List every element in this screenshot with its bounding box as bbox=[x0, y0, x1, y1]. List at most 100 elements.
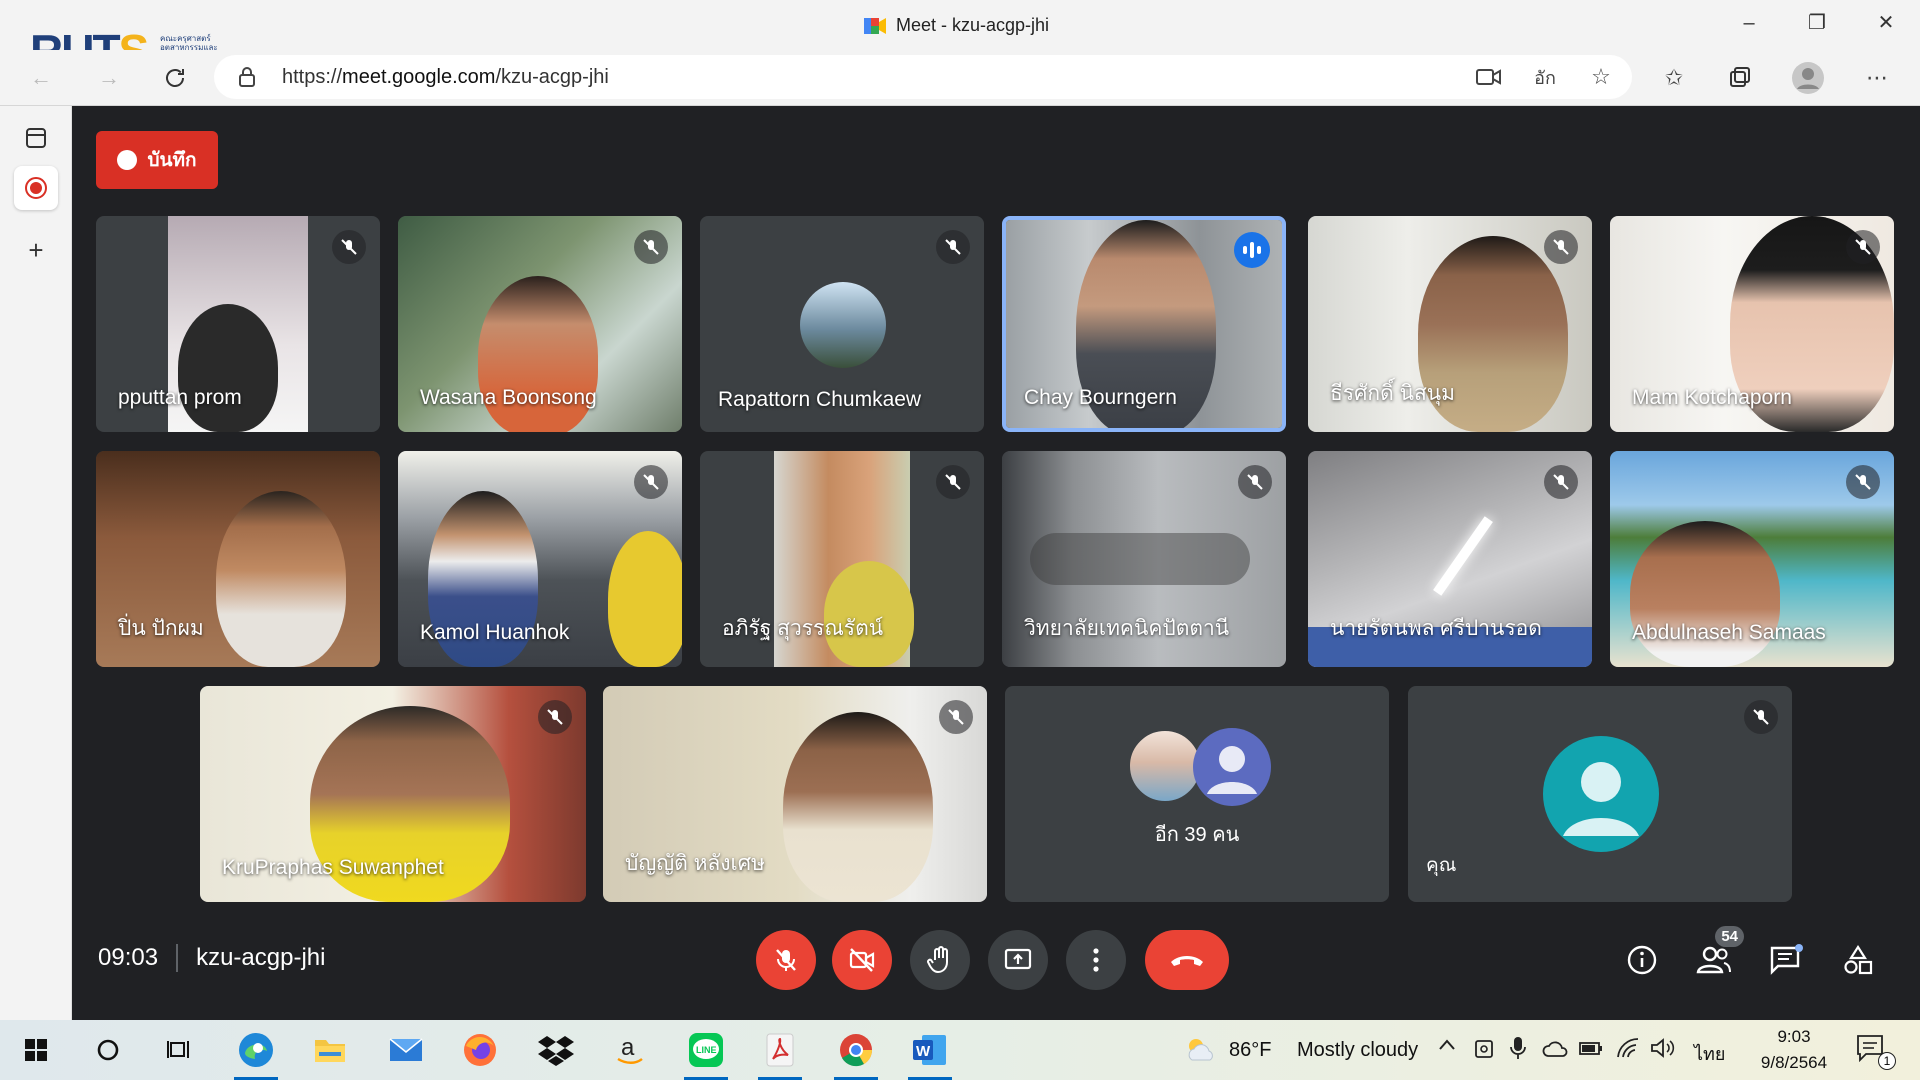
add-favorite-icon[interactable]: ☆ bbox=[1584, 60, 1618, 94]
address-bar[interactable]: https://meet.google.com/kzu-acgp-jhi อัก… bbox=[214, 55, 1632, 99]
participant-tile[interactable]: Wasana Boonsong bbox=[398, 216, 682, 432]
meeting-details-button[interactable] bbox=[1622, 940, 1662, 980]
self-tile[interactable]: คุณ bbox=[1408, 686, 1792, 902]
taskbar-mail[interactable] bbox=[378, 1026, 434, 1074]
windows-start-button[interactable] bbox=[8, 1026, 64, 1074]
collections-icon[interactable] bbox=[1723, 61, 1757, 95]
taskbar-edge[interactable] bbox=[228, 1026, 284, 1080]
forward-arrow-icon[interactable]: → bbox=[92, 61, 126, 95]
battery-icon[interactable] bbox=[1578, 1039, 1604, 1062]
muted-mic-icon bbox=[1238, 465, 1272, 499]
participant-tile[interactable]: Mam Kotchaporn bbox=[1610, 216, 1894, 432]
meeting-time: 09:03 bbox=[98, 944, 159, 971]
microphone-toggle-button[interactable] bbox=[756, 930, 816, 990]
taskbar-chrome[interactable] bbox=[828, 1026, 884, 1080]
participant-tile[interactable]: ปิ่น ปักผม bbox=[96, 451, 380, 667]
meet-now-icon[interactable] bbox=[1474, 1038, 1494, 1065]
translate-icon[interactable]: อัก bbox=[1528, 60, 1562, 94]
camera-off-icon bbox=[849, 948, 875, 972]
weather-description[interactable]: Mostly cloudy bbox=[1297, 1039, 1418, 1062]
participant-tile[interactable]: บัญญัติ หลังเศษ bbox=[603, 686, 987, 902]
leave-call-button[interactable] bbox=[1145, 930, 1229, 990]
close-window-button[interactable]: ✕ bbox=[1866, 8, 1906, 38]
taskbar-amazon[interactable]: a bbox=[602, 1026, 658, 1074]
taskbar-dropbox[interactable] bbox=[528, 1026, 584, 1074]
taskbar-firefox[interactable] bbox=[452, 1026, 508, 1074]
camera-permission-icon[interactable] bbox=[1472, 60, 1506, 94]
tab-actions-icon[interactable] bbox=[14, 116, 58, 160]
activities-button[interactable] bbox=[1838, 940, 1878, 980]
participant-name: Mam Kotchaporn bbox=[1632, 386, 1792, 409]
system-clock[interactable]: 9:03 9/8/2564 bbox=[1748, 1024, 1840, 1076]
taskbar-pdf-reader[interactable] bbox=[752, 1026, 808, 1080]
participant-figure bbox=[216, 491, 346, 667]
taskbar-word[interactable]: W bbox=[902, 1026, 958, 1080]
line-app-icon: LINE bbox=[689, 1033, 723, 1067]
self-avatar bbox=[1543, 736, 1659, 852]
favorites-icon[interactable]: ✩ bbox=[1657, 61, 1691, 95]
action-center-button[interactable]: 1 bbox=[1856, 1034, 1896, 1070]
record-dot-icon bbox=[117, 150, 138, 170]
camera-toggle-button[interactable] bbox=[832, 930, 892, 990]
task-view-button[interactable] bbox=[152, 1026, 208, 1074]
participant-name: Chay Bourngern bbox=[1024, 386, 1177, 409]
participant-tile[interactable]: อภิรัฐ สุวรรณรัตน์ bbox=[700, 451, 984, 667]
participant-tile[interactable]: KruPraphas Suwanphet bbox=[200, 686, 586, 902]
input-language[interactable]: ไทย bbox=[1694, 1039, 1725, 1068]
participant-avatar bbox=[1127, 728, 1203, 804]
participant-tile[interactable]: Kamol Huanhok bbox=[398, 451, 682, 667]
participant-tile[interactable]: pputtan prom bbox=[96, 216, 380, 432]
participant-avatar bbox=[1193, 728, 1271, 806]
muted-mic-icon bbox=[634, 465, 668, 499]
cortana-search-button[interactable] bbox=[80, 1026, 136, 1074]
participant-name: Rapattorn Chumkaew bbox=[718, 388, 922, 411]
wifi-icon[interactable] bbox=[1616, 1037, 1640, 1064]
svg-text:W: W bbox=[916, 1043, 931, 1060]
lock-icon[interactable] bbox=[230, 60, 264, 94]
muted-mic-icon bbox=[332, 230, 366, 264]
weather-temperature[interactable]: 86°F bbox=[1229, 1039, 1271, 1062]
present-screen-button[interactable] bbox=[988, 930, 1048, 990]
raise-hand-button[interactable] bbox=[910, 930, 970, 990]
volume-icon[interactable] bbox=[1650, 1037, 1676, 1064]
restore-button[interactable]: ❐ bbox=[1797, 8, 1837, 38]
taskbar-line[interactable]: LINE bbox=[678, 1026, 734, 1080]
participant-tile[interactable]: วิทยาลัยเทคนิคปัตตานี bbox=[1002, 451, 1286, 667]
chrome-icon bbox=[840, 1034, 873, 1067]
speaking-indicator-icon bbox=[1234, 232, 1270, 268]
participant-tile[interactable]: Abdulnaseh Samaas bbox=[1610, 451, 1894, 667]
participant-tile[interactable]: Rapattorn Chumkaew bbox=[700, 216, 984, 432]
participant-tile[interactable]: นายรัตนพล ศรีปานรอด bbox=[1308, 451, 1592, 667]
taskbar-file-explorer[interactable] bbox=[302, 1026, 358, 1074]
participant-name: Abdulnaseh Samaas bbox=[1632, 621, 1826, 644]
more-options-button[interactable] bbox=[1066, 930, 1126, 990]
more-vert-icon bbox=[1093, 948, 1099, 972]
muted-mic-icon bbox=[936, 230, 970, 264]
tray-chevron-up-icon[interactable] bbox=[1438, 1038, 1456, 1057]
activities-icon bbox=[1844, 944, 1873, 975]
minimize-button[interactable]: – bbox=[1729, 8, 1769, 38]
recording-tab-icon[interactable] bbox=[14, 166, 58, 210]
more-menu-icon[interactable]: ⋯ bbox=[1860, 61, 1894, 95]
self-name: คุณ bbox=[1426, 855, 1457, 876]
people-button[interactable]: 54 bbox=[1694, 926, 1744, 980]
refresh-icon[interactable] bbox=[158, 61, 192, 95]
recording-indicator-button[interactable]: บันทึก bbox=[96, 131, 218, 189]
present-screen-icon bbox=[1004, 948, 1032, 970]
participant-tile-active-speaker[interactable]: Chay Bourngern bbox=[1002, 216, 1286, 432]
muted-mic-icon bbox=[1846, 465, 1880, 499]
chat-button[interactable] bbox=[1766, 940, 1806, 980]
microphone-tray-icon[interactable] bbox=[1510, 1036, 1526, 1065]
browser-toolbar: ← → https://meet.google.com/kzu-acgp-jhi… bbox=[0, 50, 1920, 106]
clock-date: 9/8/2564 bbox=[1760, 1053, 1828, 1072]
amazon-icon: a bbox=[617, 1034, 643, 1064]
more-participants-tile[interactable]: อีก 39 คน bbox=[1005, 686, 1389, 902]
weather-cloud-icon[interactable] bbox=[1184, 1036, 1218, 1067]
screen-overlay-controls bbox=[1030, 533, 1250, 585]
participant-tile[interactable]: ธีรศักดิ์ นิสนุม bbox=[1308, 216, 1592, 432]
participant-name: ธีรศักดิ์ นิสนุม bbox=[1330, 382, 1455, 405]
onedrive-cloud-icon[interactable] bbox=[1542, 1040, 1568, 1063]
back-arrow-icon[interactable]: ← bbox=[24, 61, 58, 95]
profile-avatar-icon[interactable] bbox=[1791, 61, 1825, 95]
new-tab-icon[interactable]: + bbox=[14, 228, 58, 272]
